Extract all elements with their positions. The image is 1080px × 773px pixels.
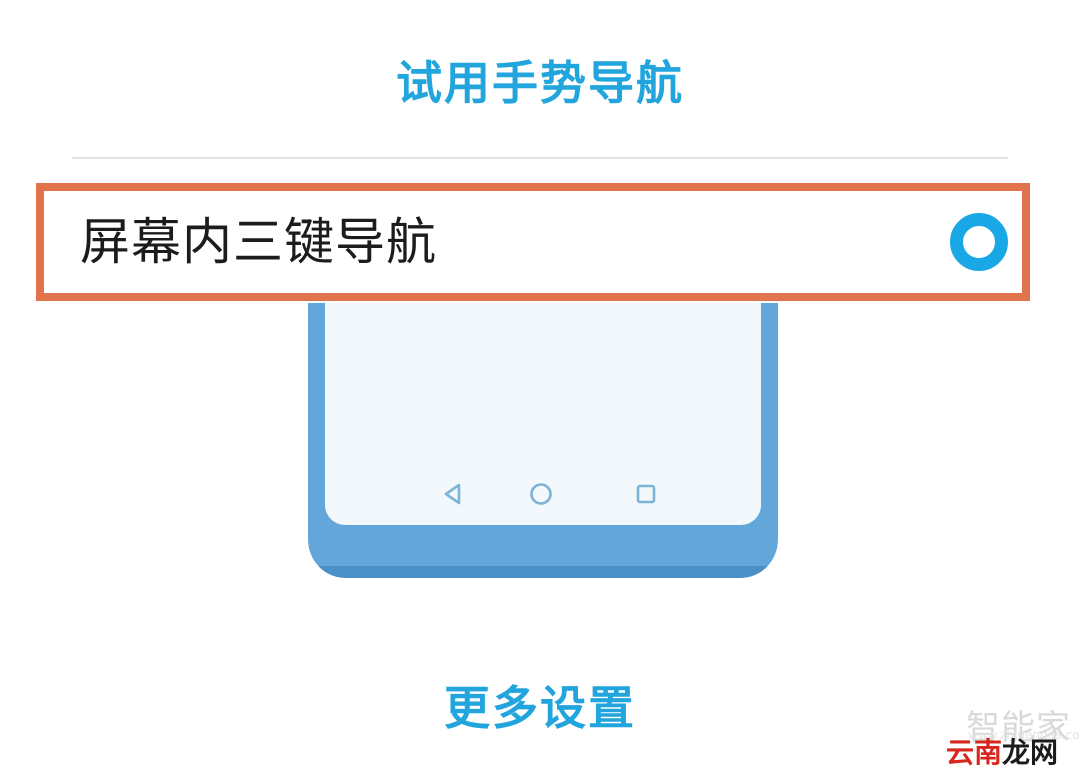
more-settings-link[interactable]: 更多设置 bbox=[0, 672, 1080, 738]
watermark-site-part1: 云南 bbox=[946, 736, 1003, 769]
phone-bottom-edge bbox=[308, 566, 778, 578]
watermark-site-part2: 龙网 bbox=[1002, 736, 1059, 769]
option-three-key-navigation[interactable]: 屏幕内三键导航 bbox=[36, 183, 1030, 301]
phone-screen bbox=[325, 303, 761, 525]
phone-illustration bbox=[308, 303, 778, 578]
home-icon bbox=[530, 483, 552, 505]
back-icon bbox=[444, 483, 461, 505]
divider bbox=[72, 157, 1008, 159]
watermark-site: 云南龙网 bbox=[946, 731, 1058, 771]
navigation-bar bbox=[325, 478, 761, 510]
recent-apps-icon bbox=[636, 484, 656, 504]
option-label: 屏幕内三键导航 bbox=[80, 213, 437, 271]
try-gesture-navigation-link[interactable]: 试用手势导航 bbox=[0, 45, 1080, 115]
radio-button-selected[interactable] bbox=[950, 213, 1008, 271]
